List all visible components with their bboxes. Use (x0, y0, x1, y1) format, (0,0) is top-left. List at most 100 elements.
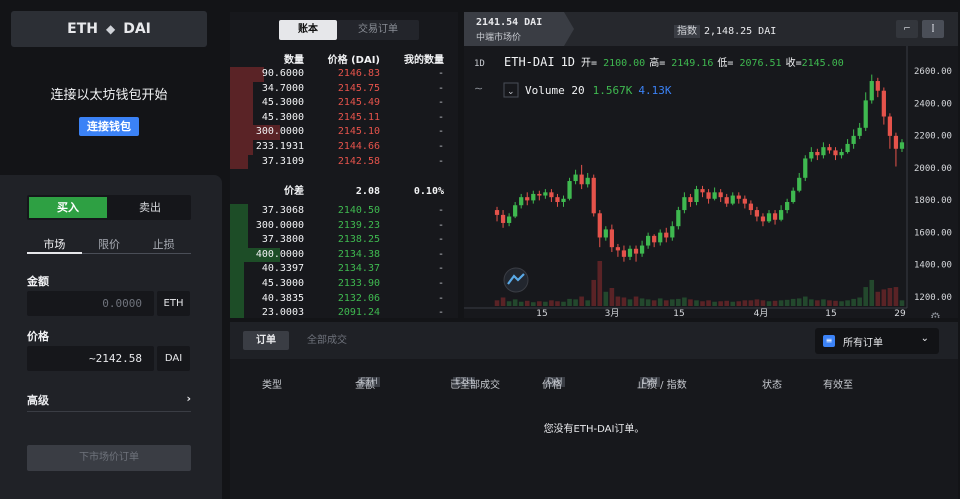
candle-body (561, 198, 566, 202)
asks-row[interactable]: 233.1931 2144.66 - (230, 140, 458, 155)
volume-bar (712, 301, 717, 306)
price-chart: 2141.54 DAI 中端市场价 指数 2,148.25 DAI ⌐ ⫿ 260… (464, 12, 958, 318)
price-label: 价格 (27, 330, 49, 343)
candle-body (821, 147, 826, 156)
candle-body (718, 192, 723, 198)
tab-fills[interactable]: 全部成交 (307, 331, 347, 350)
candle-body (899, 142, 905, 149)
market-selector[interactable]: ETH ◆ DAI (11, 11, 207, 47)
volume-bar (567, 298, 572, 306)
ohlc-symbol: ETH-DAI (504, 55, 555, 69)
asks-row[interactable]: 90.6000 2146.83 - (230, 67, 458, 82)
row-qty: 37.3068 (261, 205, 304, 216)
candle-body (664, 232, 669, 238)
candle-body (791, 190, 796, 202)
connect-message: 连接以太坊钱包开始 (50, 88, 168, 103)
connect-wallet-button[interactable]: 连接钱包 (79, 117, 139, 136)
price-input[interactable]: ~2142.58 (27, 346, 154, 371)
volume-bar (585, 300, 590, 306)
candle-body (555, 197, 560, 202)
row-price: 2145.10 (337, 126, 380, 138)
row-qty: 400.0000 (255, 248, 304, 260)
depth-bar (230, 306, 244, 318)
sell-button[interactable]: 卖出 (111, 197, 189, 218)
asks-row[interactable]: 45.3000 2145.49 - (230, 96, 458, 111)
row-mine: - (437, 82, 444, 94)
candle-body (827, 147, 832, 151)
place-order-button[interactable]: 下市场价订单 (27, 445, 191, 471)
bids-row[interactable]: 40.3835 2132.06 - (230, 291, 458, 307)
advanced-toggle[interactable]: 高级 › (27, 392, 191, 408)
bids-row[interactable]: 40.3397 2134.37 - (230, 262, 458, 277)
candle-body (537, 193, 542, 196)
candle-body (652, 235, 657, 243)
base-symbol: ETH (67, 21, 98, 37)
volume-bar (845, 300, 850, 306)
candle-body (591, 177, 596, 214)
depth-bar (230, 204, 249, 219)
bids-row[interactable]: 400.0000 2134.38 - (230, 247, 458, 263)
asks-row[interactable]: 300.0000 2145.10 - (230, 125, 458, 140)
candle-body (627, 248, 633, 257)
candle-body (785, 202, 790, 211)
depth-bar (230, 96, 253, 111)
candle-body (833, 150, 838, 156)
bids-row[interactable]: 37.3800 2138.25 - (230, 233, 458, 248)
candle-body (500, 214, 506, 223)
ohlc-l_label: 低= (717, 56, 733, 69)
tab-book[interactable]: 账本 (279, 20, 337, 40)
tab-trades[interactable]: 交易订单 (337, 20, 419, 40)
candle-body (815, 152, 820, 156)
amount-input[interactable]: 0.0000 (27, 291, 154, 316)
volume-bar (555, 301, 560, 306)
depth-bar (230, 110, 253, 126)
candle-body (494, 210, 500, 215)
candle-body (525, 197, 530, 201)
bids-row[interactable]: 23.0003 2091.24 - (230, 306, 458, 318)
y-tick-label: 2200.00 (914, 132, 952, 142)
candlestick-chart[interactable]: 2600.00 2400.00 2200.00 2000.00 1800.00 1600.… (464, 46, 958, 318)
divider (27, 411, 191, 412)
settings-icon[interactable]: ⚙ (930, 310, 941, 318)
row-mine: - (437, 155, 444, 167)
tradingview-logo-icon[interactable] (503, 267, 529, 293)
row-mine: - (437, 248, 444, 260)
line-chart-icon[interactable]: ⌐ (896, 20, 918, 38)
x-tick-label: 15 (536, 309, 547, 318)
candle-body (869, 81, 874, 101)
candle-chart-icon[interactable]: ⫿ (922, 20, 944, 38)
row-qty: 34.7000 (261, 82, 304, 94)
depth-bar (230, 233, 249, 248)
candle-body (682, 197, 687, 211)
bids-row[interactable]: 45.3000 2133.90 - (230, 277, 458, 292)
asks-row[interactable]: 34.7000 2145.75 - (230, 81, 458, 97)
volume-bar (537, 301, 542, 306)
volume-bar (772, 300, 778, 306)
bids-row[interactable]: 37.3068 2140.50 - (230, 204, 458, 219)
row-price: 2145.75 (337, 82, 380, 94)
candle-body (797, 177, 802, 191)
interval-button[interactable]: 1D (474, 59, 485, 69)
bids-row[interactable]: 300.0000 2139.23 - (230, 218, 458, 234)
asks-row[interactable]: 37.3109 2142.58 - (230, 154, 458, 170)
col-price: 价格 DAI (542, 377, 565, 391)
row-price: 2091.24 (337, 307, 380, 318)
candle-body (706, 192, 711, 199)
volume-bar (633, 296, 639, 306)
asks-row[interactable]: 45.3000 2145.11 - (230, 110, 458, 126)
orders-filter-select[interactable]: ≡ 所有订单 ⌄ (815, 328, 939, 354)
mid-price-label: 中端市场价 (476, 33, 522, 43)
ethereum-icon: ◆ (105, 22, 116, 36)
volume-bar (827, 300, 832, 306)
volume-bar (736, 301, 742, 306)
candle-body (670, 226, 675, 238)
buy-button[interactable]: 买入 (29, 197, 107, 218)
volume-bar (700, 301, 705, 306)
indicator-icon[interactable]: ∼ (474, 82, 483, 95)
candle-body (754, 210, 760, 217)
tab-orders[interactable]: 订单 (243, 331, 289, 350)
candle-body (543, 192, 548, 196)
candle-body (857, 127, 862, 136)
col-trigger: 止损 / 指数 DAI (637, 377, 687, 391)
row-mine: - (437, 234, 444, 246)
